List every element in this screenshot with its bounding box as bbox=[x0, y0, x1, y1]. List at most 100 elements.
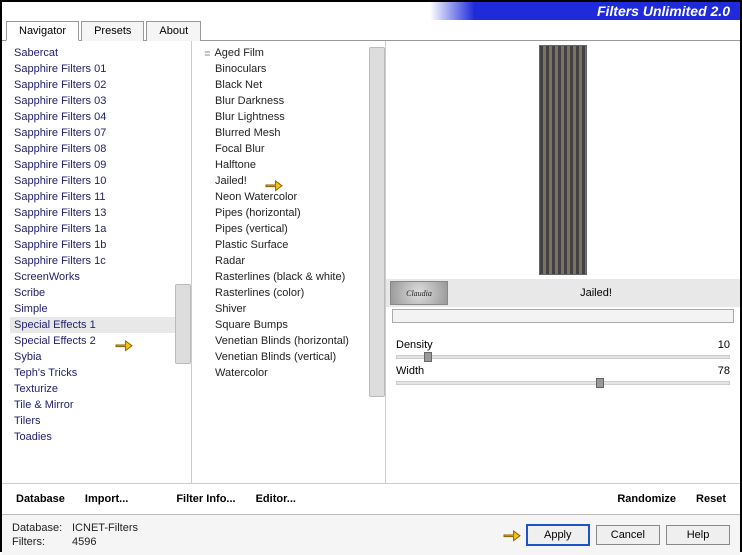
param-row: Density 10 bbox=[396, 339, 730, 351]
param-slider[interactable] bbox=[396, 355, 730, 359]
category-list[interactable]: SabercatSapphire Filters 01Sapphire Filt… bbox=[2, 41, 191, 483]
preview-caption-row: Claudia Jailed! bbox=[386, 279, 740, 307]
category-item[interactable]: Sabercat bbox=[10, 45, 191, 61]
editor-button[interactable]: Editor... bbox=[250, 490, 302, 508]
slider-thumb[interactable] bbox=[596, 378, 604, 388]
filter-item-label: Pipes (vertical) bbox=[212, 223, 288, 235]
category-item[interactable]: Special Effects 1 bbox=[10, 317, 191, 333]
filter-item[interactable]: Blur Darkness bbox=[200, 93, 385, 109]
filter-item-label: Aged Film bbox=[212, 47, 264, 59]
filter-list[interactable]: ≣ Aged Film Binoculars Black Net Blur Da… bbox=[192, 41, 385, 483]
cancel-button[interactable]: Cancel bbox=[596, 525, 660, 545]
category-item[interactable]: Teph's Tricks bbox=[10, 365, 191, 381]
category-item[interactable]: Sapphire Filters 11 bbox=[10, 189, 191, 205]
param-value: 78 bbox=[718, 365, 730, 377]
category-item[interactable]: Sapphire Filters 1c bbox=[10, 253, 191, 269]
filter-item[interactable]: Black Net bbox=[200, 77, 385, 93]
filter-item-label: Black Net bbox=[212, 79, 262, 91]
progress-bar bbox=[392, 309, 734, 323]
category-item[interactable]: Tilers bbox=[10, 413, 191, 429]
filter-item[interactable]: Rasterlines (black & white) bbox=[200, 269, 385, 285]
category-item[interactable]: Sapphire Filters 01 bbox=[10, 61, 191, 77]
preview-caption: Jailed! bbox=[452, 287, 740, 299]
filter-item[interactable]: Halftone bbox=[200, 157, 385, 173]
filter-item[interactable]: Jailed! bbox=[200, 173, 385, 189]
filter-item-label: Venetian Blinds (vertical) bbox=[212, 351, 336, 363]
filter-item-label: Blur Darkness bbox=[212, 95, 284, 107]
filter-item[interactable]: Pipes (vertical) bbox=[200, 221, 385, 237]
category-item[interactable]: Special Effects 2 bbox=[10, 333, 191, 349]
filter-item[interactable]: Shiver bbox=[200, 301, 385, 317]
filter-item[interactable]: Venetian Blinds (vertical) bbox=[200, 349, 385, 365]
parameters-panel: Density 10 Width 78 bbox=[386, 329, 740, 397]
category-item[interactable]: Tile & Mirror bbox=[10, 397, 191, 413]
help-button[interactable]: Help bbox=[666, 525, 730, 545]
filter-item[interactable]: Focal Blur bbox=[200, 141, 385, 157]
filter-item[interactable]: Venetian Blinds (horizontal) bbox=[200, 333, 385, 349]
category-item[interactable]: Sapphire Filters 10 bbox=[10, 173, 191, 189]
filter-item[interactable]: Pipes (horizontal) bbox=[200, 205, 385, 221]
category-pane: SabercatSapphire Filters 01Sapphire Filt… bbox=[2, 41, 192, 483]
filter-item[interactable]: Neon Watercolor bbox=[200, 189, 385, 205]
filters-value: 4596 bbox=[72, 536, 96, 548]
category-item[interactable]: ScreenWorks bbox=[10, 269, 191, 285]
category-item[interactable]: Sapphire Filters 13 bbox=[10, 205, 191, 221]
db-value: ICNET-Filters bbox=[72, 522, 138, 534]
category-item[interactable]: Sapphire Filters 1a bbox=[10, 221, 191, 237]
param-value: 10 bbox=[718, 339, 730, 351]
filter-item[interactable]: Radar bbox=[200, 253, 385, 269]
preview-pane: Claudia Jailed! Density 10 Width 78 bbox=[386, 41, 740, 483]
category-item[interactable]: Sapphire Filters 09 bbox=[10, 157, 191, 173]
filter-item-icon: ≣ bbox=[204, 49, 212, 58]
import-button[interactable]: Import... bbox=[79, 490, 134, 508]
app-title: Filters Unlimited 2.0 bbox=[597, 3, 730, 19]
filter-item-label: Venetian Blinds (horizontal) bbox=[212, 335, 349, 347]
filter-item-label: Pipes (horizontal) bbox=[212, 207, 301, 219]
scrollbar-thumb[interactable] bbox=[369, 47, 385, 397]
filter-item[interactable]: Binoculars bbox=[200, 61, 385, 77]
filter-item[interactable]: Rasterlines (color) bbox=[200, 285, 385, 301]
tab-about[interactable]: About bbox=[146, 21, 201, 41]
preview-image bbox=[539, 45, 587, 275]
filter-item[interactable]: Square Bumps bbox=[200, 317, 385, 333]
filter-item[interactable]: Watercolor bbox=[200, 365, 385, 381]
filter-item[interactable]: ≣ Aged Film bbox=[200, 45, 385, 61]
filter-info-button[interactable]: Filter Info... bbox=[170, 490, 241, 508]
filter-item-label: Rasterlines (color) bbox=[212, 287, 304, 299]
filter-item-label: Radar bbox=[212, 255, 245, 267]
category-item[interactable]: Toadies bbox=[10, 429, 191, 445]
category-item[interactable]: Simple bbox=[10, 301, 191, 317]
filter-item-label: Plastic Surface bbox=[212, 239, 288, 251]
tab-presets[interactable]: Presets bbox=[81, 21, 144, 41]
database-button[interactable]: Database bbox=[10, 490, 71, 508]
category-item[interactable]: Sapphire Filters 08 bbox=[10, 141, 191, 157]
apply-button[interactable]: Apply bbox=[526, 524, 590, 546]
tab-navigator[interactable]: Navigator bbox=[6, 21, 79, 41]
category-item[interactable]: Sapphire Filters 02 bbox=[10, 77, 191, 93]
category-item[interactable]: Scribe bbox=[10, 285, 191, 301]
scrollbar-thumb[interactable] bbox=[175, 284, 191, 364]
filter-item-label: Rasterlines (black & white) bbox=[212, 271, 345, 283]
reset-button[interactable]: Reset bbox=[690, 490, 732, 508]
category-item[interactable]: Sapphire Filters 07 bbox=[10, 125, 191, 141]
title-bar: Filters Unlimited 2.0 bbox=[2, 2, 740, 20]
category-item[interactable]: Texturize bbox=[10, 381, 191, 397]
param-slider[interactable] bbox=[396, 381, 730, 385]
filter-item-label: Jailed! bbox=[212, 175, 247, 187]
category-item[interactable]: Sybia bbox=[10, 349, 191, 365]
filter-item[interactable]: Blurred Mesh bbox=[200, 125, 385, 141]
category-item[interactable]: Sapphire Filters 03 bbox=[10, 93, 191, 109]
filter-item-label: Neon Watercolor bbox=[212, 191, 297, 203]
filter-item[interactable]: Plastic Surface bbox=[200, 237, 385, 253]
filter-item-label: Watercolor bbox=[212, 367, 268, 379]
slider-thumb[interactable] bbox=[424, 352, 432, 362]
category-item[interactable]: Sapphire Filters 04 bbox=[10, 109, 191, 125]
param-name: Width bbox=[396, 365, 424, 377]
filter-item[interactable]: Blur Lightness bbox=[200, 109, 385, 125]
filter-item-label: Shiver bbox=[212, 303, 246, 315]
param-row: Width 78 bbox=[396, 365, 730, 377]
category-item[interactable]: Sapphire Filters 1b bbox=[10, 237, 191, 253]
filter-item-label: Halftone bbox=[212, 159, 256, 171]
randomize-button[interactable]: Randomize bbox=[611, 490, 682, 508]
param-name: Density bbox=[396, 339, 433, 351]
